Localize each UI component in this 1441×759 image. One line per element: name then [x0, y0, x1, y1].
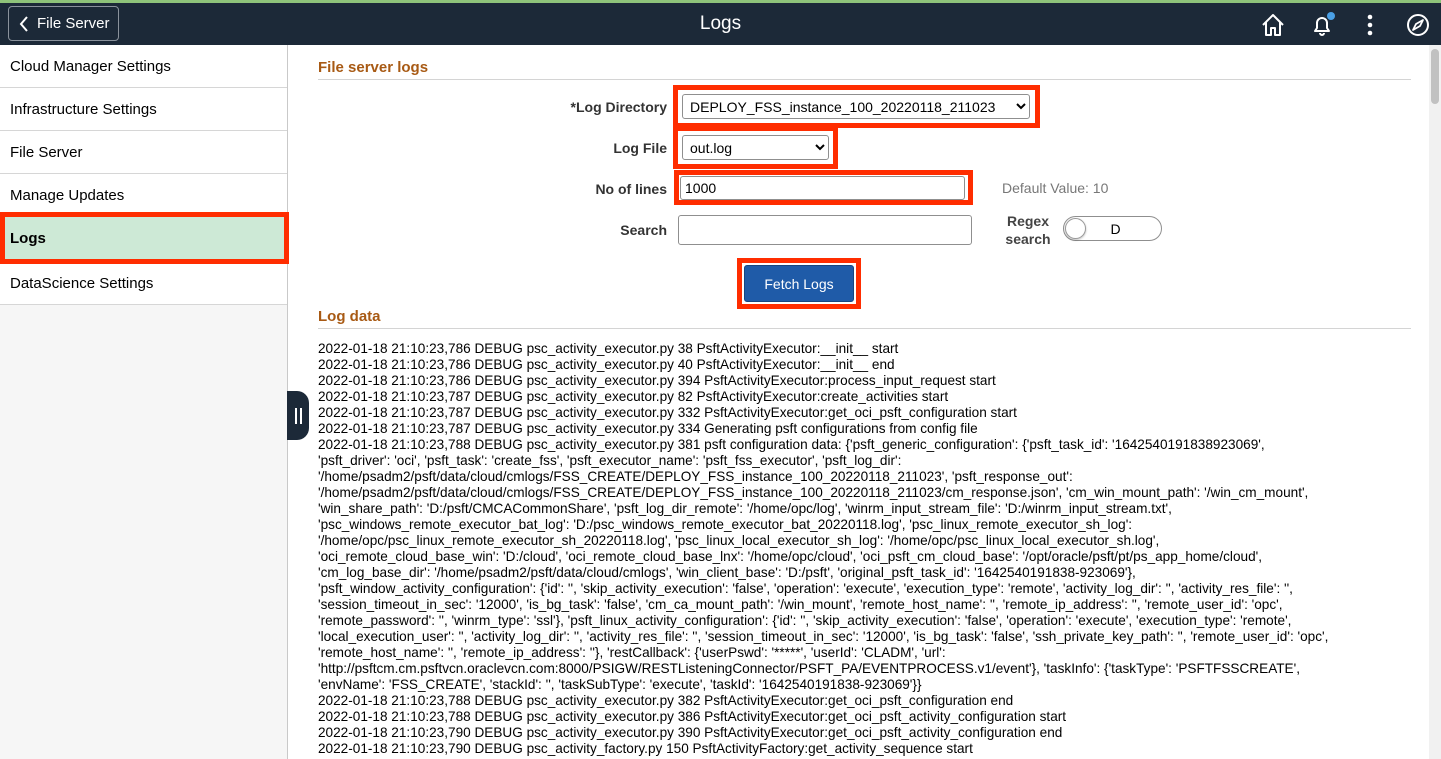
search-input[interactable]: [678, 215, 972, 245]
toggle-state-text: D: [1110, 221, 1121, 237]
fetch-logs-button[interactable]: Fetch Logs: [744, 265, 854, 302]
section-divider: [318, 79, 1411, 80]
log-line: 'remote_password': '', 'winrm_type': 'ss…: [318, 613, 1292, 628]
no-of-lines-label: No of lines: [595, 181, 667, 197]
home-icon[interactable]: [1259, 11, 1287, 39]
log-line: 2022-01-18 21:10:23,786 DEBUG psc_activi…: [318, 341, 899, 356]
sidebar-item-label: Infrastructure Settings: [10, 100, 157, 118]
sidebar-item-manage-updates[interactable]: Manage Updates: [0, 174, 287, 217]
sidebar-item-cloud-manager-settings[interactable]: Cloud Manager Settings: [0, 45, 287, 88]
bell-icon[interactable]: [1308, 11, 1336, 39]
log-line: '/home/opc/psc_linux_remote_executor_sh_…: [318, 533, 1160, 548]
regex-search-toggle[interactable]: D: [1063, 216, 1162, 241]
log-line: '/home/psadm2/psft/data/cloud/cmlogs/FSS…: [318, 485, 1309, 500]
top-bar: File Server Logs: [0, 0, 1441, 45]
section-title-log-data: Log data: [318, 308, 381, 325]
more-vertical-icon[interactable]: [1356, 11, 1384, 39]
log-line: 'oci_remote_cloud_base_win': 'D:/cloud',…: [318, 549, 1262, 564]
sidebar-item-datascience-settings[interactable]: DataScience Settings: [0, 262, 287, 305]
regex-search-label: Regex search: [1005, 213, 1051, 247]
chevron-left-icon: [19, 15, 28, 32]
notification-dot: [1327, 12, 1335, 20]
log-line: 2022-01-18 21:10:23,786 DEBUG psc_activi…: [318, 373, 996, 388]
log-line: 'cm_log_base_dir': '/home/psadm2/psft/da…: [318, 565, 1136, 580]
section-title-file-server-logs: File server logs: [318, 59, 429, 76]
sidebar-item-label: Logs: [10, 229, 46, 247]
log-line: 2022-01-18 21:10:23,787 DEBUG psc_activi…: [318, 389, 949, 404]
log-line: '/home/psadm2/psft/data/cloud/cmlogs/FSS…: [318, 469, 1073, 484]
log-directory-select[interactable]: DEPLOY_FSS_instance_100_20220118_211023: [682, 94, 1030, 119]
back-button[interactable]: File Server: [8, 6, 119, 41]
no-of-lines-input[interactable]: [680, 176, 965, 200]
scrollbar-thumb[interactable]: [1431, 49, 1439, 104]
sidebar-item-logs[interactable]: Logs: [0, 217, 287, 260]
sidebar-item-label: File Server: [10, 143, 83, 161]
page-title: Logs: [699, 13, 742, 34]
sidebar-item-infrastructure-settings[interactable]: Infrastructure Settings: [0, 88, 287, 131]
log-line: 2022-01-18 21:10:23,787 DEBUG psc_activi…: [318, 421, 978, 436]
log-line: 'psft_window_activity_configuration': {'…: [318, 581, 1293, 596]
vertical-scrollbar[interactable]: [1429, 45, 1441, 759]
log-line: 2022-01-18 21:10:23,788 DEBUG psc_activi…: [318, 709, 1067, 724]
log-file-label: Log File: [613, 140, 667, 156]
sidebar: Cloud Manager Settings Infrastructure Se…: [0, 45, 289, 759]
log-line: 'http://psftcm.cm.psftvcn.oraclevcn.com:…: [318, 661, 1300, 676]
log-line: 'psft_driver': 'oci', 'psft_task': 'crea…: [318, 453, 902, 468]
log-line: 'local_execution_user': '', 'activity_lo…: [318, 629, 1329, 644]
sidebar-item-label: DataScience Settings: [10, 274, 154, 292]
log-directory-label: *Log Directory: [570, 99, 667, 115]
log-line: 'remote_host_name': '', 'remote_ip_addre…: [318, 645, 946, 660]
log-output: 2022-01-18 21:10:23,786 DEBUG psc_activi…: [318, 341, 1413, 759]
log-line: 2022-01-18 21:10:23,790 DEBUG psc_activi…: [318, 725, 1063, 740]
log-line: 2022-01-18 21:10:23,788 DEBUG psc_activi…: [318, 437, 1265, 452]
sidebar-item-label: Cloud Manager Settings: [10, 57, 171, 75]
log-line: 2022-01-18 21:10:23,786 DEBUG psc_activi…: [318, 357, 895, 372]
log-line: 'win_share_path': 'D:/psft/CMCACommonSha…: [318, 501, 1172, 516]
sidebar-item-label: Manage Updates: [10, 186, 125, 204]
back-button-label: File Server: [37, 15, 110, 32]
sidebar-item-file-server[interactable]: File Server: [0, 131, 287, 174]
log-line: 2022-01-18 21:10:23,788 DEBUG psc_activi…: [318, 693, 1014, 708]
log-line: 'psc_windows_remote_executor_bat_log': '…: [318, 517, 1133, 532]
section-divider: [318, 328, 1411, 329]
sidebar-collapse-handle[interactable]: [287, 391, 309, 440]
compass-icon[interactable]: [1404, 11, 1432, 39]
log-line: 2022-01-18 21:10:23,787 DEBUG psc_activi…: [318, 405, 1017, 420]
search-label: Search: [620, 222, 667, 238]
default-value-hint: Default Value: 10: [1002, 180, 1109, 196]
log-file-select[interactable]: out.log: [682, 135, 829, 160]
log-line: 'envName': 'FSS_CREATE', 'stackId': '', …: [318, 677, 922, 692]
log-line: 2022-01-18 21:10:23,790 DEBUG psc_activi…: [318, 741, 973, 756]
log-line: 'session_timeout_in_sec': '12000', 'is_b…: [318, 597, 1283, 612]
